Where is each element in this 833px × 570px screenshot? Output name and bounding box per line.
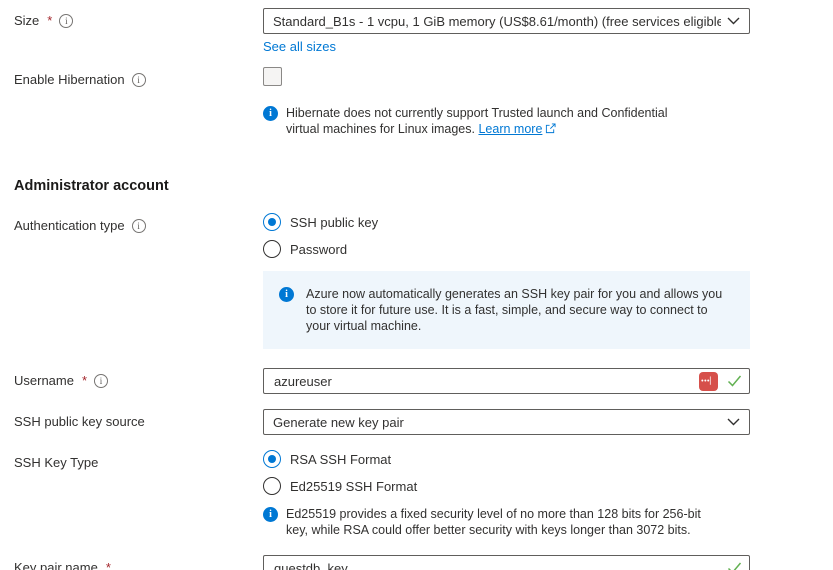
keypair-row: Key pair name *: [0, 555, 833, 570]
radio-label: Password: [290, 242, 347, 257]
ssh-keypair-infobox: Azure now automatically generates an SSH…: [263, 271, 750, 349]
spacer: [0, 506, 263, 511]
info-icon: [279, 287, 294, 302]
valid-checkmark-icon: [727, 375, 742, 387]
hibernate-note-wrap: Hibernate does not currently support Tru…: [263, 105, 750, 138]
hibernation-label: Enable Hibernation: [14, 72, 125, 87]
username-control: [263, 368, 750, 394]
see-all-sizes-row: See all sizes: [263, 39, 750, 54]
key-type-row: SSH Key Type RSA SSH Format Ed25519 SSH …: [0, 450, 833, 495]
username-field-wrap: [263, 368, 750, 394]
keypair-label: Key pair name: [14, 560, 98, 570]
ed25519-note-text: Ed25519 provides a fixed security level …: [286, 506, 726, 538]
required-marker: *: [82, 373, 87, 388]
size-dropdown-value: Standard_B1s - 1 vcpu, 1 GiB memory (US$…: [273, 14, 721, 29]
radio-password[interactable]: Password: [263, 240, 750, 258]
key-source-label-group: SSH public key source: [0, 409, 263, 429]
size-row: Size * Standard_B1s - 1 vcpu, 1 GiB memor…: [0, 8, 833, 54]
info-icon: [263, 106, 278, 121]
hibernation-row: Enable Hibernation: [0, 67, 833, 87]
radio-unselected-icon: [263, 240, 281, 258]
key-source-dropdown[interactable]: Generate new key pair: [263, 409, 750, 435]
radio-unselected-icon: [263, 477, 281, 495]
radio-selected-icon: [263, 213, 281, 231]
key-type-label-group: SSH Key Type: [0, 450, 263, 470]
ssh-note-text: Azure now automatically generates an SSH…: [306, 286, 726, 334]
size-label-group: Size *: [0, 8, 263, 28]
auth-type-row: Authentication type SSH public key Passw…: [0, 213, 833, 258]
hibernate-note: Hibernate does not currently support Tru…: [263, 105, 750, 138]
keypair-control: [263, 555, 750, 570]
hibernation-label-group: Enable Hibernation: [0, 67, 263, 87]
auth-type-label-group: Authentication type: [0, 213, 263, 233]
valid-checkmark-icon: [727, 562, 742, 570]
username-info-icon[interactable]: [94, 374, 108, 388]
username-input[interactable]: [263, 368, 750, 394]
ed25519-note-row: Ed25519 provides a fixed security level …: [0, 506, 833, 538]
username-label: Username: [14, 373, 74, 388]
chevron-down-icon: [727, 418, 740, 426]
size-control: Standard_B1s - 1 vcpu, 1 GiB memory (US$…: [263, 8, 750, 54]
radio-label: Ed25519 SSH Format: [290, 479, 417, 494]
keypair-input[interactable]: [263, 555, 750, 570]
ssh-note-wrap: Azure now automatically generates an SSH…: [263, 271, 750, 349]
key-source-row: SSH public key source Generate new key p…: [0, 409, 833, 435]
radio-ed25519-format[interactable]: Ed25519 SSH Format: [263, 477, 750, 495]
ed25519-note: Ed25519 provides a fixed security level …: [263, 506, 750, 538]
chevron-down-icon: [727, 17, 740, 25]
key-type-options: RSA SSH Format Ed25519 SSH Format: [263, 450, 750, 495]
spacer: [0, 105, 263, 110]
hibernation-control: [263, 67, 750, 86]
learn-more-link[interactable]: Learn more: [478, 122, 542, 136]
admin-account-heading: Administrator account: [0, 178, 833, 194]
see-all-sizes-link[interactable]: See all sizes: [263, 39, 336, 54]
size-label: Size: [14, 13, 39, 28]
key-source-control: Generate new key pair: [263, 409, 750, 435]
username-label-group: Username *: [0, 368, 263, 388]
size-info-icon[interactable]: [59, 14, 73, 28]
key-source-dropdown-value: Generate new key pair: [273, 415, 721, 430]
auth-type-label: Authentication type: [14, 218, 125, 233]
username-field-icons: [699, 368, 742, 394]
keypair-label-group: Key pair name *: [0, 555, 263, 570]
username-row: Username *: [0, 368, 833, 394]
required-marker: *: [106, 560, 111, 570]
hibernate-note-text: Hibernate does not currently support Tru…: [286, 105, 701, 138]
vm-create-form: Size * Standard_B1s - 1 vcpu, 1 GiB memor…: [0, 0, 833, 570]
key-source-label: SSH public key source: [14, 414, 145, 429]
spacer: [0, 271, 263, 276]
keypair-field-icons: [727, 555, 742, 570]
required-marker: *: [47, 13, 52, 28]
key-type-label: SSH Key Type: [14, 455, 98, 470]
radio-selected-icon: [263, 450, 281, 468]
ssh-note-row: Azure now automatically generates an SSH…: [0, 271, 833, 349]
password-manager-icon[interactable]: [699, 372, 718, 391]
hibernation-info-icon[interactable]: [132, 73, 146, 87]
external-link-icon: [545, 122, 556, 138]
hibernate-note-row: Hibernate does not currently support Tru…: [0, 105, 833, 138]
keypair-field-wrap: [263, 555, 750, 570]
hibernate-note-body: Hibernate does not currently support Tru…: [286, 106, 667, 136]
radio-label: RSA SSH Format: [290, 452, 391, 467]
radio-ssh-public-key[interactable]: SSH public key: [263, 213, 750, 231]
radio-label: SSH public key: [290, 215, 378, 230]
auth-type-info-icon[interactable]: [132, 219, 146, 233]
size-dropdown[interactable]: Standard_B1s - 1 vcpu, 1 GiB memory (US$…: [263, 8, 750, 34]
hibernation-checkbox[interactable]: [263, 67, 282, 86]
auth-type-options: SSH public key Password: [263, 213, 750, 258]
ed25519-note-wrap: Ed25519 provides a fixed security level …: [263, 506, 750, 538]
radio-rsa-format[interactable]: RSA SSH Format: [263, 450, 750, 468]
info-icon: [263, 507, 278, 522]
